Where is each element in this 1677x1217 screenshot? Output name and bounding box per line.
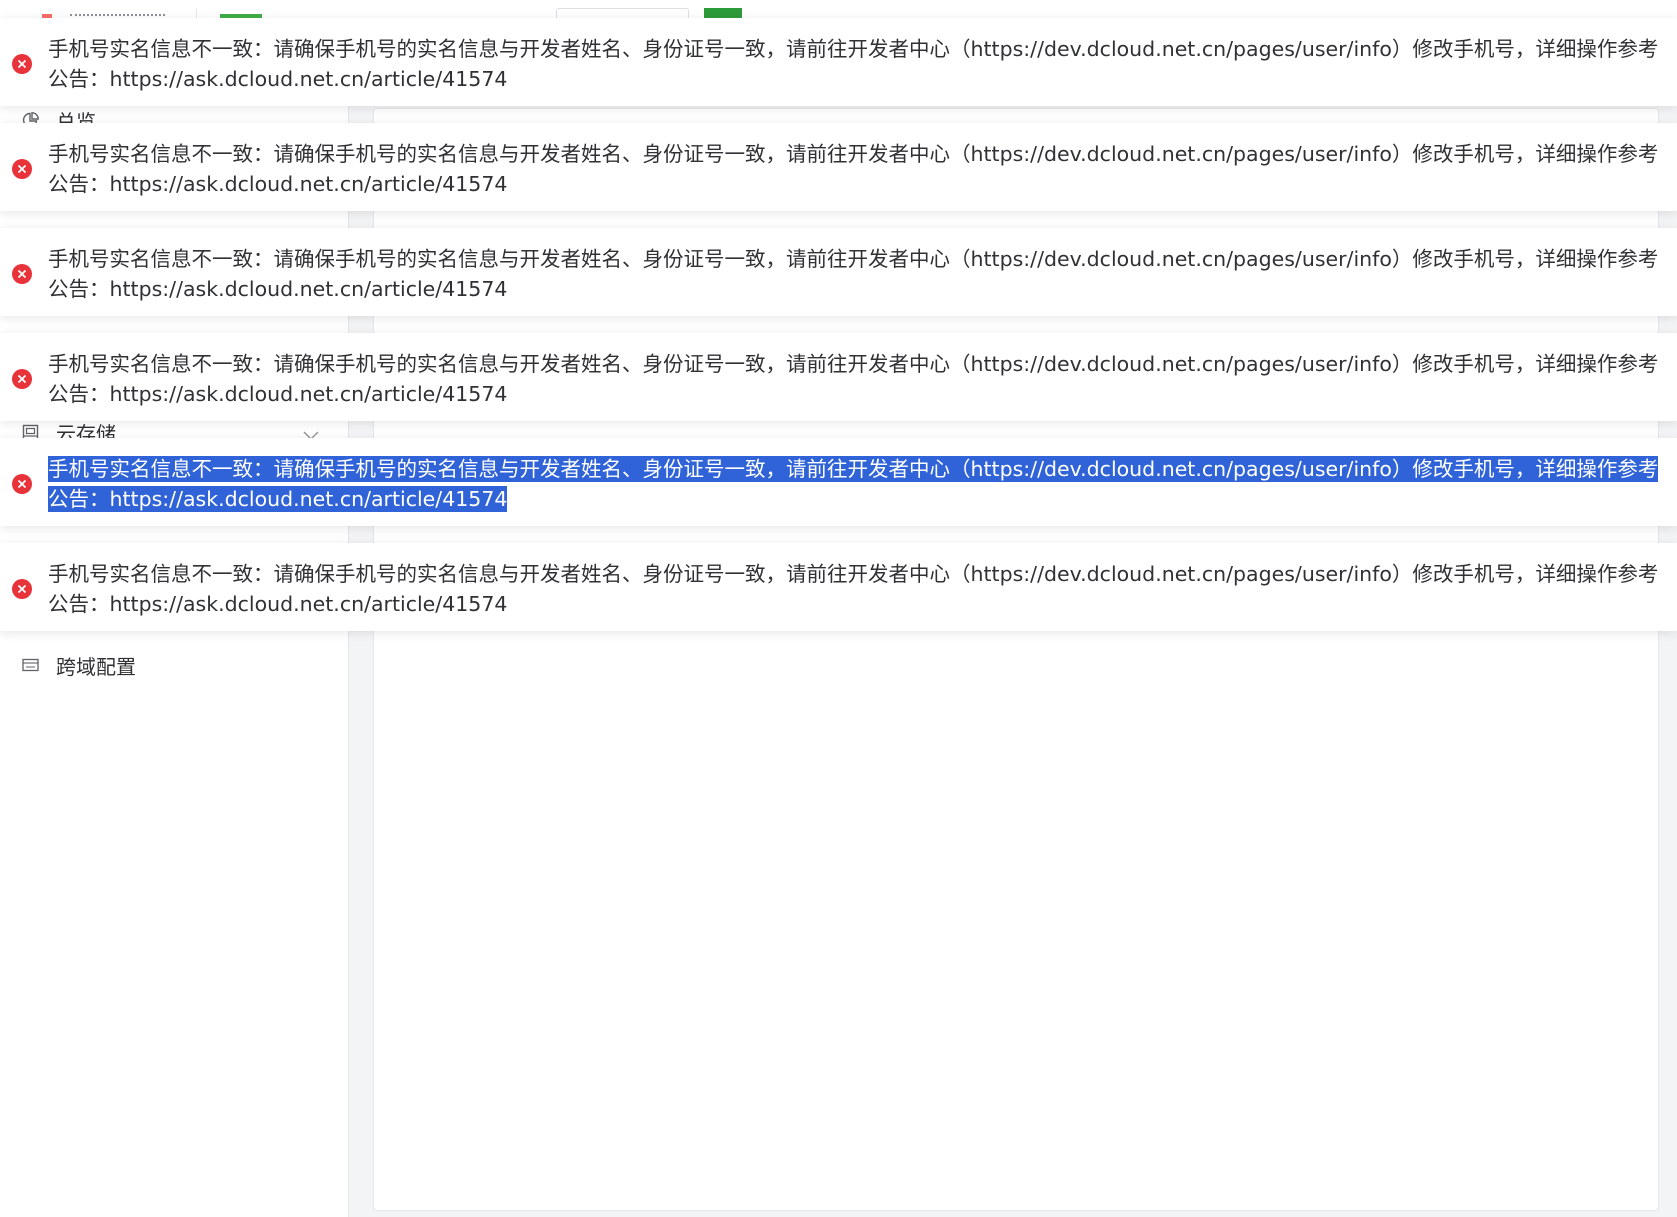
error-circle-icon [12,264,32,284]
error-circle-icon [12,159,32,179]
error-circle-icon [12,474,32,494]
notification-message: 手机号实名信息不一致：请确保手机号的实名信息与开发者姓名、身份证号一致，请前往开… [48,142,1659,196]
error-notification[interactable]: 手机号实名信息不一致：请确保手机号的实名信息与开发者姓名、身份证号一致，请前往开… [0,123,1677,211]
selected-text: 手机号实名信息不一致：请确保手机号的实名信息与开发者姓名、身份证号一致，请前往开… [48,456,1659,512]
sidebar-item-cross-domain[interactable]: 跨域配置 [0,647,349,683]
error-circle-icon [12,369,32,389]
error-circle-icon [12,579,32,599]
header [0,0,1677,20]
sidebar-item-label: 跨域配置 [56,654,136,679]
error-notification[interactable]: 手机号实名信息不一致：请确保手机号的实名信息与开发者姓名、身份证号一致，请前往开… [0,18,1677,106]
notification-message: 手机号实名信息不一致：请确保手机号的实名信息与开发者姓名、身份证号一致，请前往开… [48,352,1659,406]
error-notification[interactable]: 手机号实名信息不一致：请确保手机号的实名信息与开发者姓名、身份证号一致，请前往开… [0,543,1677,631]
error-notification[interactable]: 手机号实名信息不一致：请确保手机号的实名信息与开发者姓名、身份证号一致，请前往开… [0,228,1677,316]
notification-message: 手机号实名信息不一致：请确保手机号的实名信息与开发者姓名、身份证号一致，请前往开… [48,247,1659,301]
error-circle-icon [12,54,32,74]
error-notification[interactable]: 手机号实名信息不一致：请确保手机号的实名信息与开发者姓名、身份证号一致，请前往开… [0,333,1677,421]
notification-message-selected: 手机号实名信息不一致：请确保手机号的实名信息与开发者姓名、身份证号一致，请前往开… [48,454,1668,514]
error-notification-selected[interactable]: 手机号实名信息不一致：请确保手机号的实名信息与开发者姓名、身份证号一致，请前往开… [0,438,1677,526]
notification-message: 手机号实名信息不一致：请确保手机号的实名信息与开发者姓名、身份证号一致，请前往开… [48,37,1659,91]
cross-domain-icon [21,656,39,674]
app-window: 总览 云存储 跨域配置 手机号实名信息不一致：请确保手机号的实名信息与开发者姓名… [0,0,1677,1217]
notification-message: 手机号实名信息不一致：请确保手机号的实名信息与开发者姓名、身份证号一致，请前往开… [48,562,1659,616]
